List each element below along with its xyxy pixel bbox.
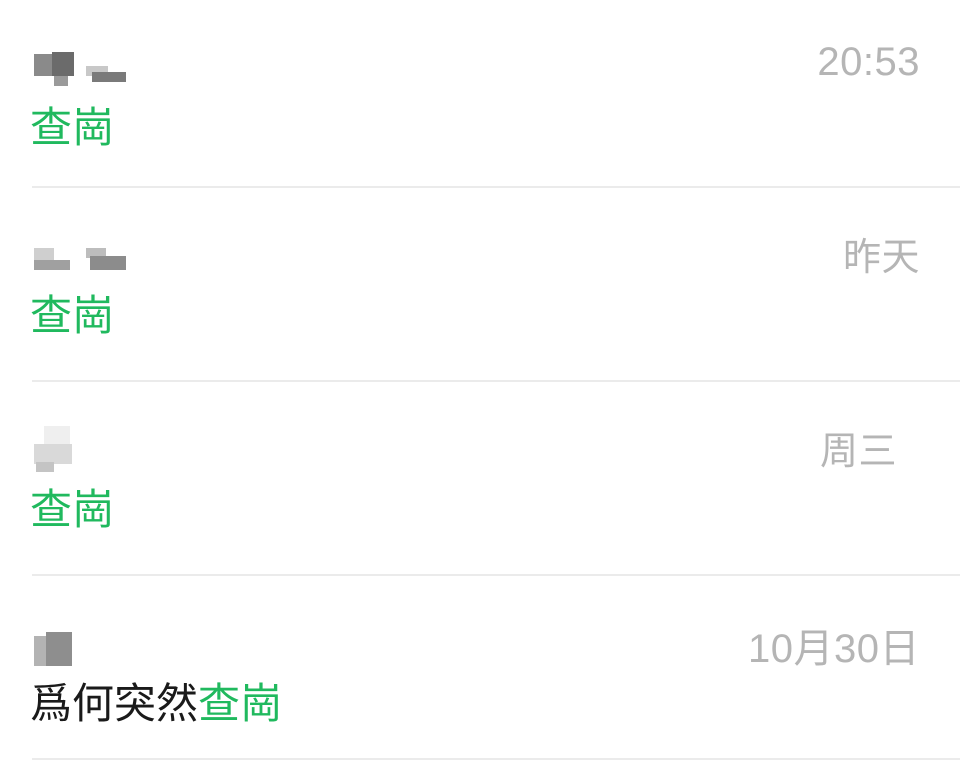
contact-name-redacted (34, 620, 134, 666)
timestamp: 20:53 (817, 40, 920, 84)
message-preview: 查崗 (30, 288, 114, 344)
contact-name-redacted (34, 44, 134, 88)
conversation-item[interactable]: 昨天 查崗 (0, 188, 960, 382)
search-keyword-highlight: 查崗 (30, 485, 115, 534)
timestamp: 昨天 (842, 235, 920, 279)
conversation-item[interactable]: 20:53 查崗 (0, 0, 960, 188)
conversation-item[interactable]: 周三 查崗 (0, 382, 960, 576)
message-text: 爲何突然 (30, 679, 199, 728)
contact-name-redacted (34, 426, 134, 472)
search-keyword-highlight: 查崗 (30, 103, 115, 152)
search-keyword-highlight: 查崗 (30, 291, 115, 340)
timestamp: 周三 (819, 429, 897, 473)
conversation-item[interactable]: 10月30日 爲何突然查崗 (0, 576, 960, 770)
timestamp: 10月30日 (748, 627, 920, 671)
search-keyword-highlight: 查崗 (198, 679, 283, 728)
contact-name-redacted (34, 232, 134, 276)
row-divider (32, 758, 960, 760)
message-preview: 查崗 (30, 482, 114, 538)
message-preview: 查崗 (30, 100, 114, 156)
chat-search-results: 20:53 查崗 昨天 查崗 周三 查崗 10月30日 爲何突然查崗 (0, 0, 960, 781)
message-preview: 爲何突然查崗 (30, 676, 282, 732)
